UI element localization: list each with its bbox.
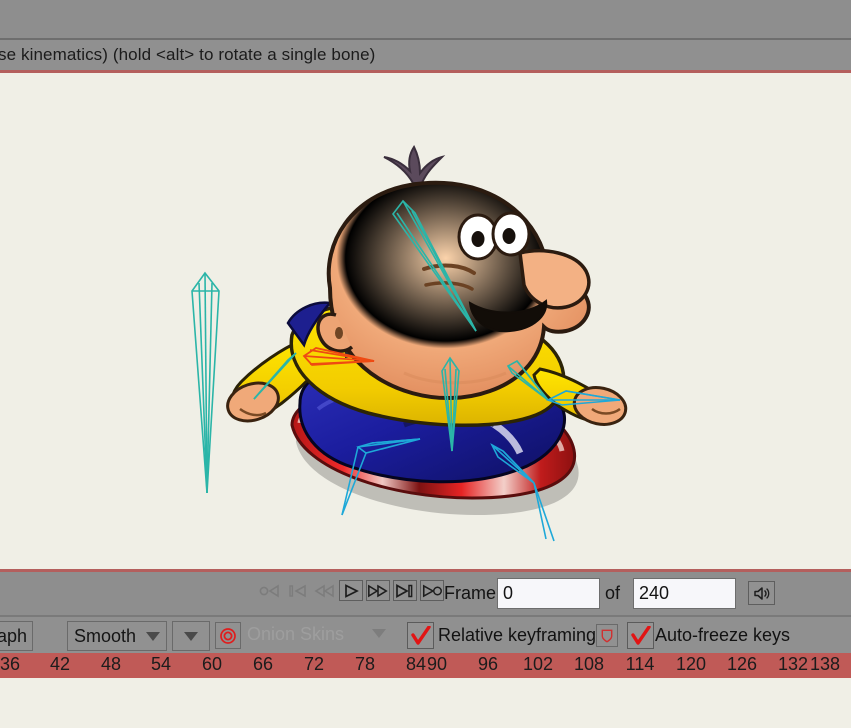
frame-input[interactable]: 0 — [497, 578, 600, 609]
bone-free-left — [191, 271, 220, 494]
timeline-tick: 114 — [625, 654, 655, 674]
auto-freeze-keys-label: Auto-freeze keys — [655, 625, 791, 645]
timeline-tick: 54 — [150, 654, 172, 674]
chevron-down-icon — [184, 631, 198, 641]
onion-skins-chevron-down-icon[interactable] — [372, 629, 386, 638]
frame-label: Frame — [444, 583, 497, 603]
timeline-tick: 90 — [426, 654, 448, 674]
interpolation-dropdown[interactable]: Smooth — [67, 621, 167, 651]
of-label: of — [605, 583, 621, 603]
fast-forward-button[interactable] — [366, 580, 390, 601]
relative-keyframing-checkbox[interactable] — [407, 622, 434, 649]
graph-button[interactable]: aph — [0, 621, 33, 651]
go-to-start-loop-button[interactable] — [258, 580, 282, 601]
record-circle-icon[interactable] — [215, 622, 241, 649]
timeline-tick: 84 — [405, 654, 427, 674]
rewind-button[interactable] — [312, 580, 336, 601]
timeline-tick: 60 — [201, 654, 223, 674]
chevron-down-icon — [146, 631, 160, 641]
character-stage — [191, 145, 628, 542]
playback-controls — [258, 580, 444, 601]
interpolation-value: Smooth — [74, 625, 137, 646]
timeline-tick: 48 — [100, 654, 122, 674]
shield-icon[interactable] — [596, 624, 618, 647]
previous-keyframe-button[interactable] — [285, 580, 309, 601]
timeline-tick: 132 — [777, 654, 809, 674]
play-button[interactable] — [339, 580, 363, 601]
timeline-tick: 66 — [252, 654, 274, 674]
timeline-tick: 108 — [573, 654, 605, 674]
timeline-tick: 36 — [0, 654, 21, 674]
timeline-track-area[interactable] — [0, 678, 851, 728]
animation-editor-window: se kinematics) (hold <alt> to rotate a s… — [0, 0, 851, 728]
timeline-tick: 138 — [809, 654, 841, 674]
speaker-icon[interactable] — [748, 581, 775, 605]
play-to-end-button[interactable] — [393, 580, 417, 601]
timeline-tick: 126 — [726, 654, 758, 674]
animation-canvas[interactable] — [0, 73, 851, 569]
onion-skins-label: Onion Skins — [247, 624, 345, 644]
auto-freeze-keys-checkbox[interactable] — [627, 622, 654, 649]
timeline-tick: 78 — [354, 654, 376, 674]
total-frames-input[interactable]: 240 — [633, 578, 736, 609]
timeline-tick: 72 — [303, 654, 325, 674]
timeline-tick: 120 — [675, 654, 707, 674]
secondary-dropdown[interactable] — [172, 621, 210, 651]
timeline-tick: 96 — [477, 654, 499, 674]
timeline-tick: 42 — [49, 654, 71, 674]
relative-keyframing-label: Relative keyframing — [438, 625, 597, 645]
status-hint-text: se kinematics) (hold <alt> to rotate a s… — [0, 45, 376, 64]
play-loop-button[interactable] — [420, 580, 444, 601]
top-toolbar-strip — [0, 0, 851, 40]
timeline-tick: 102 — [522, 654, 554, 674]
